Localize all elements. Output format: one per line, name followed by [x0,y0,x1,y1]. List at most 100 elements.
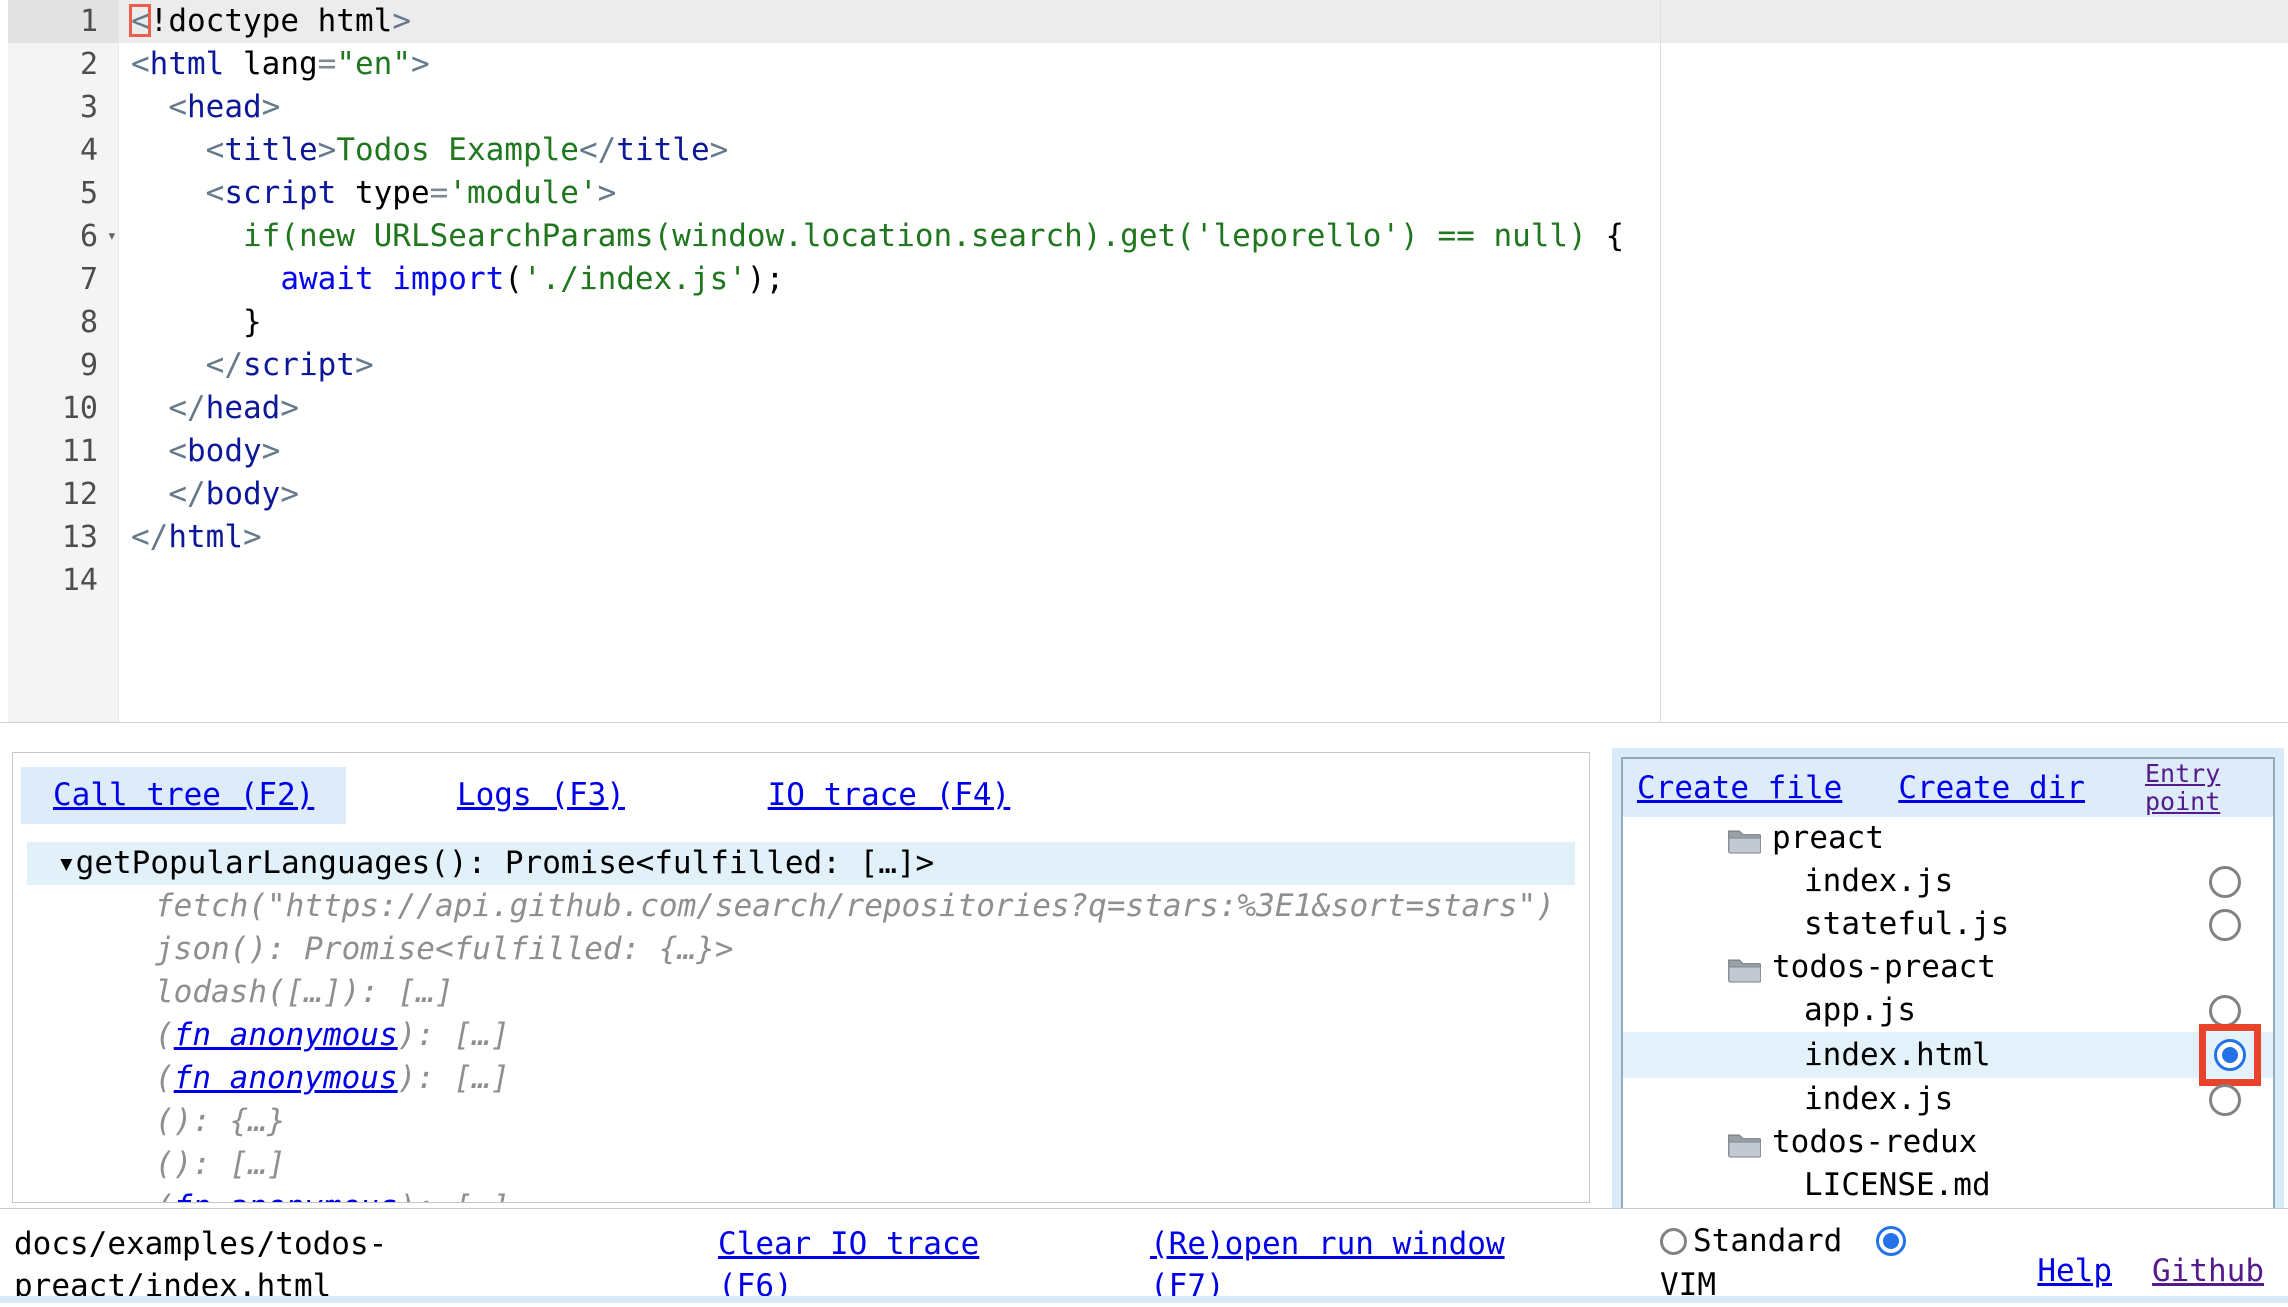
call-tree-text: (): {…} [155,1103,286,1139]
code-line[interactable]: <body> [119,430,2288,473]
folder-row-preact[interactable]: preact [1623,817,2273,860]
tab-io-trace[interactable]: IO trace (F4) [736,767,1043,824]
file-row-index.js[interactable]: index.js [1623,1078,2273,1121]
code-line[interactable]: if(new URLSearchParams(window.location.s… [119,215,2288,258]
code-line[interactable]: <head> [119,86,2288,129]
current-file-path: docs/examples/todos-preact/index.html [14,1223,404,1307]
file-name: LICENSE.md [1804,1164,1991,1207]
folder-row-todos-redux[interactable]: todos-redux [1623,1121,2273,1164]
code-line[interactable]: } [119,301,2288,344]
anonymous-fn-link[interactable]: fn anonymous [174,1017,398,1053]
call-tree-text: ): […] [398,1060,510,1096]
code-line[interactable]: </body> [119,473,2288,516]
call-tree-text: ): […] [398,1189,510,1203]
reopen-run-window-button[interactable]: (Re)open run window (F7) [1150,1223,1530,1307]
entry-point-radio[interactable] [2209,866,2241,898]
file-name: stateful.js [1804,903,2009,946]
call-tree-row[interactable]: (fn anonymous): […] [13,1014,1589,1057]
file-row-index.js[interactable]: index.js [1623,860,2273,903]
tab-call-tree[interactable]: Call tree (F2) [21,767,346,824]
entry-point-radio[interactable] [2209,995,2241,1027]
call-tree-row[interactable]: (): {…} [13,1100,1589,1143]
file-name: index.js [1804,860,1953,903]
call-tree-text: lodash([…]): […] [155,974,454,1010]
code-line[interactable]: </html> [119,516,2288,559]
create-dir-button[interactable]: Create dir [1898,770,2085,806]
anonymous-fn-link[interactable]: fn anonymous [174,1060,398,1096]
call-tree-text: ( [155,1017,174,1053]
line-number: 8 [8,301,118,344]
code-line[interactable]: await import('./index.js'); [119,258,2288,301]
create-file-button[interactable]: Create file [1637,770,1842,806]
help-link[interactable]: Help [2037,1253,2112,1289]
folder-row-todos-preact[interactable]: todos-preact [1623,946,2273,989]
file-tree: preactindex.jsstateful.jstodos-preactapp… [1623,817,2273,1207]
file-row-stateful.js[interactable]: stateful.js [1623,903,2273,946]
call-tree-text: json(): Promise<fulfilled: {…}> [155,931,734,967]
line-number: 7 [8,258,118,301]
call-tree-row[interactable]: (fn anonymous): […] [13,1057,1589,1100]
line-number: 1 [8,0,118,43]
editor-code-area[interactable]: <!doctype html><html lang="en"> <head> <… [119,0,2288,722]
line-number: 11 [8,430,118,473]
line-number: 12 [8,473,118,516]
keybindings-switch: Standard VIM [1660,1219,1990,1307]
clear-io-trace-button[interactable]: Clear IO trace (F6) [718,1223,1018,1307]
line-number: 13 [8,516,118,559]
code-line[interactable] [119,559,2288,602]
column-ruler [1660,0,1661,722]
debugger-panel: Call tree (F2) Logs (F3) IO trace (F4) ▾… [12,752,1590,1203]
file-name: todos-preact [1772,946,1996,989]
call-tree-text: (): […] [155,1146,286,1182]
line-number: 4 [8,129,118,172]
fold-arrow-icon[interactable]: ▾ [107,215,117,258]
call-tree-row[interactable]: fetch("https://api.github.com/search/rep… [13,885,1589,928]
line-number: 6▾ [8,215,118,258]
github-link[interactable]: Github [2152,1253,2264,1289]
leporello-app: { "editor": { "lines": [ {"num":"1","act… [0,0,2288,1302]
code-line[interactable]: </script> [119,344,2288,387]
code-line[interactable]: <!doctype html> [119,0,2288,43]
call-tree-row[interactable]: (): […] [13,1143,1589,1186]
folder-icon [1727,953,1761,981]
code-line[interactable]: <script type='module'> [119,172,2288,215]
file-name: todos-redux [1772,1121,1977,1164]
call-tree-row[interactable]: json(): Promise<fulfilled: {…}> [13,928,1589,971]
entry-point-radio[interactable] [2214,1039,2246,1071]
file-row-LICENSE.md[interactable]: LICENSE.md [1623,1164,2273,1207]
tab-logs[interactable]: Logs (F3) [425,767,657,824]
vim-block-cursor: < [131,3,150,39]
call-tree-row[interactable]: (fn anonymous): […] [13,1186,1589,1203]
folder-icon [1727,1128,1761,1156]
code-line[interactable]: </head> [119,387,2288,430]
code-line[interactable]: <title>Todos Example</title> [119,129,2288,172]
call-tree-row-selected[interactable]: ▾getPopularLanguages(): Promise<fulfille… [27,842,1575,885]
file-panel: Create file Create dir Entry point preac… [1621,757,2275,1210]
file-row-app.js[interactable]: app.js [1623,989,2273,1032]
code-editor[interactable]: 123456▾7891011121314 <!doctype html><htm… [0,0,2288,723]
call-tree-text: fetch("https://api.github.com/search/rep… [155,888,1555,924]
line-number: 5 [8,172,118,215]
call-tree-row[interactable]: lodash([…]): […] [13,971,1589,1014]
file-name: app.js [1804,989,1916,1032]
call-tree-text: ): […] [398,1017,510,1053]
call-tree-text: ( [155,1189,174,1203]
line-number: 10 [8,387,118,430]
anonymous-fn-link[interactable]: fn anonymous [174,1189,398,1203]
keybindings-vim-radio[interactable] [1876,1226,1906,1256]
call-tree: ▾getPopularLanguages(): Promise<fulfille… [13,842,1589,1203]
file-name: index.js [1804,1078,1953,1121]
file-panel-header: Create file Create dir Entry point [1623,759,2273,817]
file-row-index.html[interactable]: index.html [1623,1032,2273,1078]
status-bar: docs/examples/todos-preact/index.html Cl… [0,1208,2288,1303]
entry-point-radio[interactable] [2209,1084,2241,1116]
entry-point-column-header: Entry point [2145,760,2263,816]
entry-point-radio[interactable] [2209,909,2241,941]
line-number: 3 [8,86,118,129]
entry-point-selection-box [2199,1024,2261,1086]
keybindings-standard-label: Standard [1693,1219,1842,1263]
code-line[interactable]: <html lang="en"> [119,43,2288,86]
call-tree-text: ▾getPopularLanguages(): Promise<fulfille… [57,845,934,881]
file-name: preact [1772,817,1884,860]
keybindings-standard-radio[interactable] [1660,1228,1687,1255]
